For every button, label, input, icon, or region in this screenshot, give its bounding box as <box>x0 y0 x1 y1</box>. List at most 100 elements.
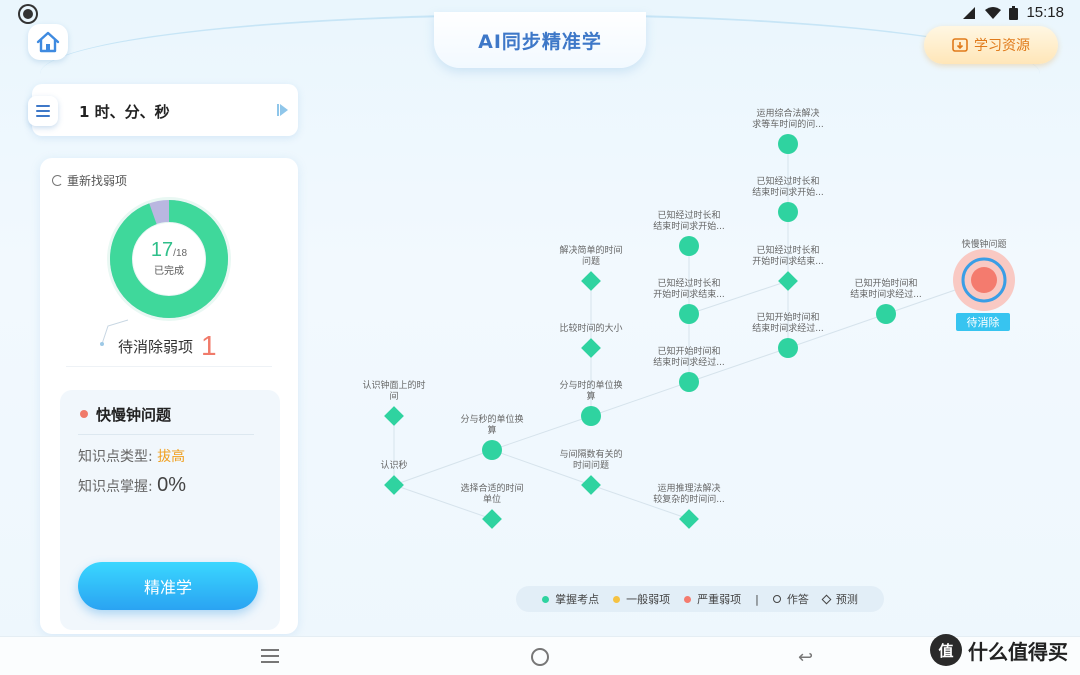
legend-label: 作答 <box>786 593 809 606</box>
pending-count: 1 <box>201 330 217 361</box>
node-label: 分与时的单位换 <box>559 379 622 391</box>
graph-edge <box>393 449 493 486</box>
menu-button[interactable] <box>28 96 58 126</box>
precise-study-button[interactable]: 精准学 <box>78 562 258 610</box>
diamond-icon <box>821 594 832 604</box>
node-shape <box>876 304 896 324</box>
knowledge-detail-card: 快慢钟问题 知识点类型: 拔高 知识点掌握: 0% 精准学 <box>60 390 280 630</box>
learning-resources-button[interactable]: 学习资源 <box>924 26 1058 64</box>
nav-menu-button[interactable] <box>261 649 279 663</box>
graph-node[interactable]: 已知开始时间和结束时间求经过... <box>850 277 922 324</box>
legend-mastered: 掌握考点 <box>542 591 599 607</box>
resource-icon <box>952 38 968 52</box>
refresh-label: 重新找弱项 <box>67 174 128 188</box>
progress-done: 17 <box>151 239 173 261</box>
graph-node[interactable]: 认识钟面上的时间 <box>362 379 426 426</box>
node-label: 结束时间求开始... <box>752 186 824 198</box>
legend-separator: | <box>755 592 759 606</box>
watermark-text: 什么值得买 <box>968 639 1068 664</box>
node-label: 认识钟面上的时 <box>362 379 425 391</box>
node-shape <box>581 271 601 291</box>
yellow-dot-icon <box>613 595 621 603</box>
legend-normal: 一般弱项 <box>613 591 670 607</box>
unit-selector[interactable]: 1 时、分、秒 <box>28 84 298 136</box>
progress-panel: 重新找弱项 17/18 已完成 待消除弱项 1 快慢钟问题 知识点类型: 拔高 … <box>40 158 298 634</box>
node-label: 已知经过时长和 <box>756 175 819 187</box>
severity-dot <box>80 410 88 418</box>
refresh-icon <box>52 175 63 186</box>
node-label: 求等车时间的问... <box>752 118 824 130</box>
node-label: 开始时间求结束... <box>752 255 824 267</box>
divider <box>78 434 254 435</box>
nav-back-button[interactable]: ↩ <box>798 647 813 668</box>
node-label: 已知开始时间和 <box>756 311 819 323</box>
refresh-button[interactable]: 重新找弱项 <box>52 172 127 189</box>
unit-name: 1 时、分、秒 <box>79 103 170 121</box>
graph-node[interactable]: 认识秒 <box>380 459 408 495</box>
node-label: 运用综合法解决 <box>756 107 819 119</box>
home-button[interactable] <box>28 24 68 60</box>
graph-node[interactable]: 分与秒的单位换算 <box>460 413 524 460</box>
pending-tag[interactable]: 待消除 <box>956 313 1010 331</box>
legend-label: 严重弱项 <box>697 593 742 606</box>
node-label: 比较时间的大小 <box>559 322 622 334</box>
page-title: AI同步精准学 <box>478 30 602 53</box>
legend-predicted: 预测 <box>821 591 858 607</box>
nav-home-button[interactable] <box>531 648 549 666</box>
node-label: 问题 <box>582 255 600 267</box>
graph-node[interactable]: 选择合适的时间单位 <box>460 482 524 529</box>
signal-icon <box>963 6 976 19</box>
play-icon[interactable] <box>277 104 288 116</box>
graph-node[interactable]: 比较时间的大小 <box>559 322 623 358</box>
node-label: 算 <box>487 424 496 436</box>
menu-icon-line <box>36 115 50 117</box>
progress-label: 已完成 <box>154 264 184 277</box>
red-dot-icon <box>684 595 692 603</box>
battery-icon <box>1009 5 1019 20</box>
kp-mastery-row: 知识点掌握: 0% <box>78 474 186 497</box>
node-label: 开始时间求结束... <box>653 288 725 300</box>
node-shape <box>482 509 502 529</box>
node-label: 与间隔数有关的 <box>559 448 622 460</box>
node-label: 快慢钟问题 <box>961 238 1006 250</box>
graph-node[interactable]: 快慢钟问题 <box>953 238 1015 311</box>
node-shape <box>581 406 601 426</box>
node-shape <box>778 338 798 358</box>
pending-label: 待消除弱项 <box>118 337 194 356</box>
graph-node[interactable]: 运用综合法解决求等车时间的问... <box>752 107 824 154</box>
graph-node[interactable]: 解决简单的时间问题 <box>559 244 623 291</box>
node-shape <box>778 134 798 154</box>
detail-title: 快慢钟问题 <box>96 406 172 424</box>
node-shape <box>482 440 502 460</box>
node-label: 间 <box>389 390 398 402</box>
kp-type-value: 拔高 <box>157 449 186 465</box>
menu-icon-line <box>36 110 50 112</box>
node-label: 结束时间求经过... <box>752 322 824 334</box>
node-shape <box>778 202 798 222</box>
notification-icon <box>20 6 36 22</box>
graph-node[interactable]: 运用推理法解决较复杂的时间问... <box>653 482 725 529</box>
watermark-logo: 值 <box>930 634 962 666</box>
legend-label: 一般弱项 <box>626 593 671 606</box>
node-label: 已知经过时长和 <box>657 209 720 221</box>
kp-type-row: 知识点类型: 拔高 <box>78 446 185 466</box>
graph-node[interactable]: 已知经过时长和结束时间求开始... <box>653 209 725 256</box>
legend-answered: 作答 <box>772 591 809 607</box>
node-shape <box>679 509 699 529</box>
progress-donut: 17/18 已完成 <box>104 194 234 324</box>
system-nav-bar: ↩ <box>0 636 1080 675</box>
node-label: 单位 <box>483 493 501 505</box>
legend-label: 掌握考点 <box>555 593 600 606</box>
node-label: 分与秒的单位换 <box>460 413 523 425</box>
nav-menu-line <box>261 661 279 663</box>
node-shape <box>679 236 699 256</box>
node-shape <box>581 475 601 495</box>
menu-icon-line <box>36 105 50 107</box>
status-time: 15:18 <box>1026 4 1064 21</box>
circle-icon <box>772 595 781 603</box>
graph-node[interactable]: 与间隔数有关的时间问题 <box>559 448 623 495</box>
divider <box>66 366 272 367</box>
node-label: 已知开始时间和 <box>854 277 917 289</box>
node-label: 已知经过时长和 <box>756 244 819 256</box>
green-dot-icon <box>542 595 550 603</box>
